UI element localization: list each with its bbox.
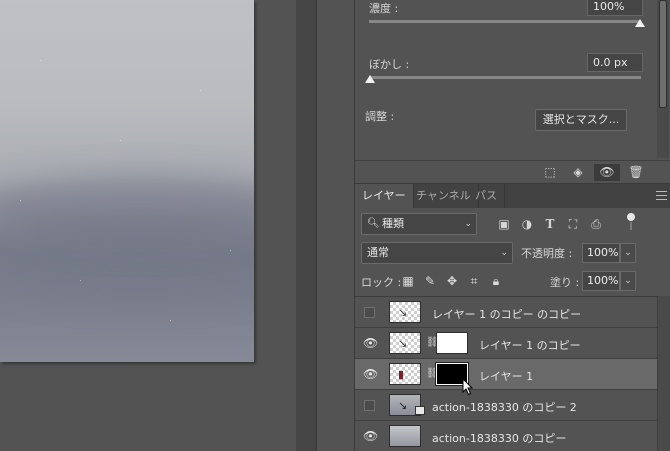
eye-icon[interactable]: 👁 [363,430,378,442]
tab-layers[interactable]: レイヤー [355,184,414,208]
layer-thumbnail: ↘ [389,332,421,354]
opacity-chevron-icon[interactable]: ⌄ [620,243,636,263]
layer-list: ↘ レイヤー 1 のコピー のコピー 👁 ↘ ⛓ レイヤー 1 のコピー 👁 ▮… [355,296,657,451]
visibility-icon[interactable]: 👁 [594,164,620,181]
density-slider-thumb[interactable] [635,19,645,27]
panel-divider [296,0,316,451]
filter-kind-value: 種類 [382,217,404,230]
layer-row[interactable]: ↘ action-1838330 のコピー 2 [355,390,657,421]
adjust-label: 調整 : [365,110,395,123]
layer-row[interactable]: 👁 action-1838330 のコピー [355,421,657,451]
selection-icon[interactable]: ⬚ [541,164,559,181]
lock-transparent-pixels-icon[interactable]: ▦ [401,274,415,288]
layer-thumbnail [389,425,421,447]
adjustment-filter-icon[interactable]: ◑ [520,217,534,231]
layer-mask-thumbnail[interactable] [436,332,468,354]
panel-menu-icon[interactable] [656,191,667,200]
feather-field[interactable]: 0.0 px [587,53,643,72]
select-and-mask-button[interactable]: 選択とマスク... [535,109,627,131]
search-icon: 🔍︎ [367,218,380,229]
filter-kind-dropdown[interactable]: 🔍︎ 種類 ⌄ [361,213,477,235]
link-icon[interactable]: ⛓ [426,367,439,380]
layers-scrollbar[interactable] [657,296,670,451]
properties-panel: 濃度 : 100% ぼかし : 0.0 px 調整 : 選択とマスク... ⬚ … [354,0,670,183]
chevron-down-icon: ⌄ [464,219,472,229]
layer-name: action-1838330 のコピー [432,432,567,445]
layers-panel-tabs: レイヤー チャンネル パス [355,184,670,208]
layer-thumbnail: ▮ [389,363,421,385]
layer-thumbnail: ↘ [389,301,421,323]
shape-filter-icon[interactable]: ⛶ [566,217,580,231]
layer-name: action-1838330 のコピー 2 [432,401,577,414]
visibility-toggle-icon[interactable] [364,400,375,411]
smart-object-badge-icon [415,406,425,415]
link-icon[interactable]: ⛓ [426,336,439,349]
blend-mode-dropdown[interactable]: 通常 ⌄ [361,242,513,264]
apply-mask-icon[interactable]: ◈ [569,164,587,181]
density-label: 濃度 : [369,2,399,15]
document-canvas[interactable] [0,0,296,451]
opacity-label: 不透明度 : [521,247,573,260]
eye-icon[interactable]: 👁 [363,337,378,349]
feather-label: ぼかし : [369,58,410,71]
pixel-filter-icon[interactable]: ▣ [497,217,511,231]
properties-icon-bar: ⬚ ◈ 👁 🗑 [355,160,670,183]
lock-artboard-icon[interactable]: ⌗ [467,274,481,288]
fill-field[interactable]: 100% [582,271,620,291]
opacity-field[interactable]: 100% [582,243,620,263]
lock-position-icon[interactable]: ✥ [445,274,459,288]
lock-label: ロック : [361,276,402,289]
smart-object-filter-icon[interactable]: ⎙ [589,217,603,231]
mouse-cursor-icon [462,378,474,396]
chevron-down-icon: ⌄ [500,248,508,258]
fill-chevron-icon[interactable]: ⌄ [620,271,636,291]
blend-mode-value: 通常 [367,246,389,259]
feather-slider[interactable] [369,76,641,79]
layer-name: レイヤー 1 のコピー のコピー [432,308,582,321]
filter-toggle[interactable] [627,213,635,233]
collapsed-panel-strip [317,0,354,451]
feather-slider-thumb[interactable] [365,75,375,83]
canvas-image [0,0,254,362]
type-filter-icon[interactable]: T [543,217,557,231]
layer-row-selected[interactable]: 👁 ▮ ⛓ レイヤー 1 [355,359,657,390]
properties-scrollbar[interactable] [657,0,669,158]
layer-name: レイヤー 1 のコピー [479,339,581,352]
density-field[interactable]: 100% [587,0,643,16]
layer-row[interactable]: ↘ レイヤー 1 のコピー のコピー [355,297,657,328]
layer-row[interactable]: 👁 ↘ ⛓ レイヤー 1 のコピー [355,328,657,359]
density-slider[interactable] [369,20,641,23]
fill-label: 塗り : [550,276,580,289]
eye-icon[interactable]: 👁 [363,368,378,380]
lock-all-icon[interactable]: 🔒︎ [489,274,503,288]
lock-image-pixels-icon[interactable]: ✎ [423,274,437,288]
layer-name: レイヤー 1 [479,370,534,383]
tab-paths[interactable]: パス [468,184,505,208]
layers-panel: レイヤー チャンネル パス 🔍︎ 種類 ⌄ ▣ ◑ T ⛶ ⎙ 通常 ⌄ 不透明… [354,183,670,451]
trash-icon[interactable]: 🗑 [627,164,645,181]
visibility-toggle-icon[interactable] [364,307,375,318]
